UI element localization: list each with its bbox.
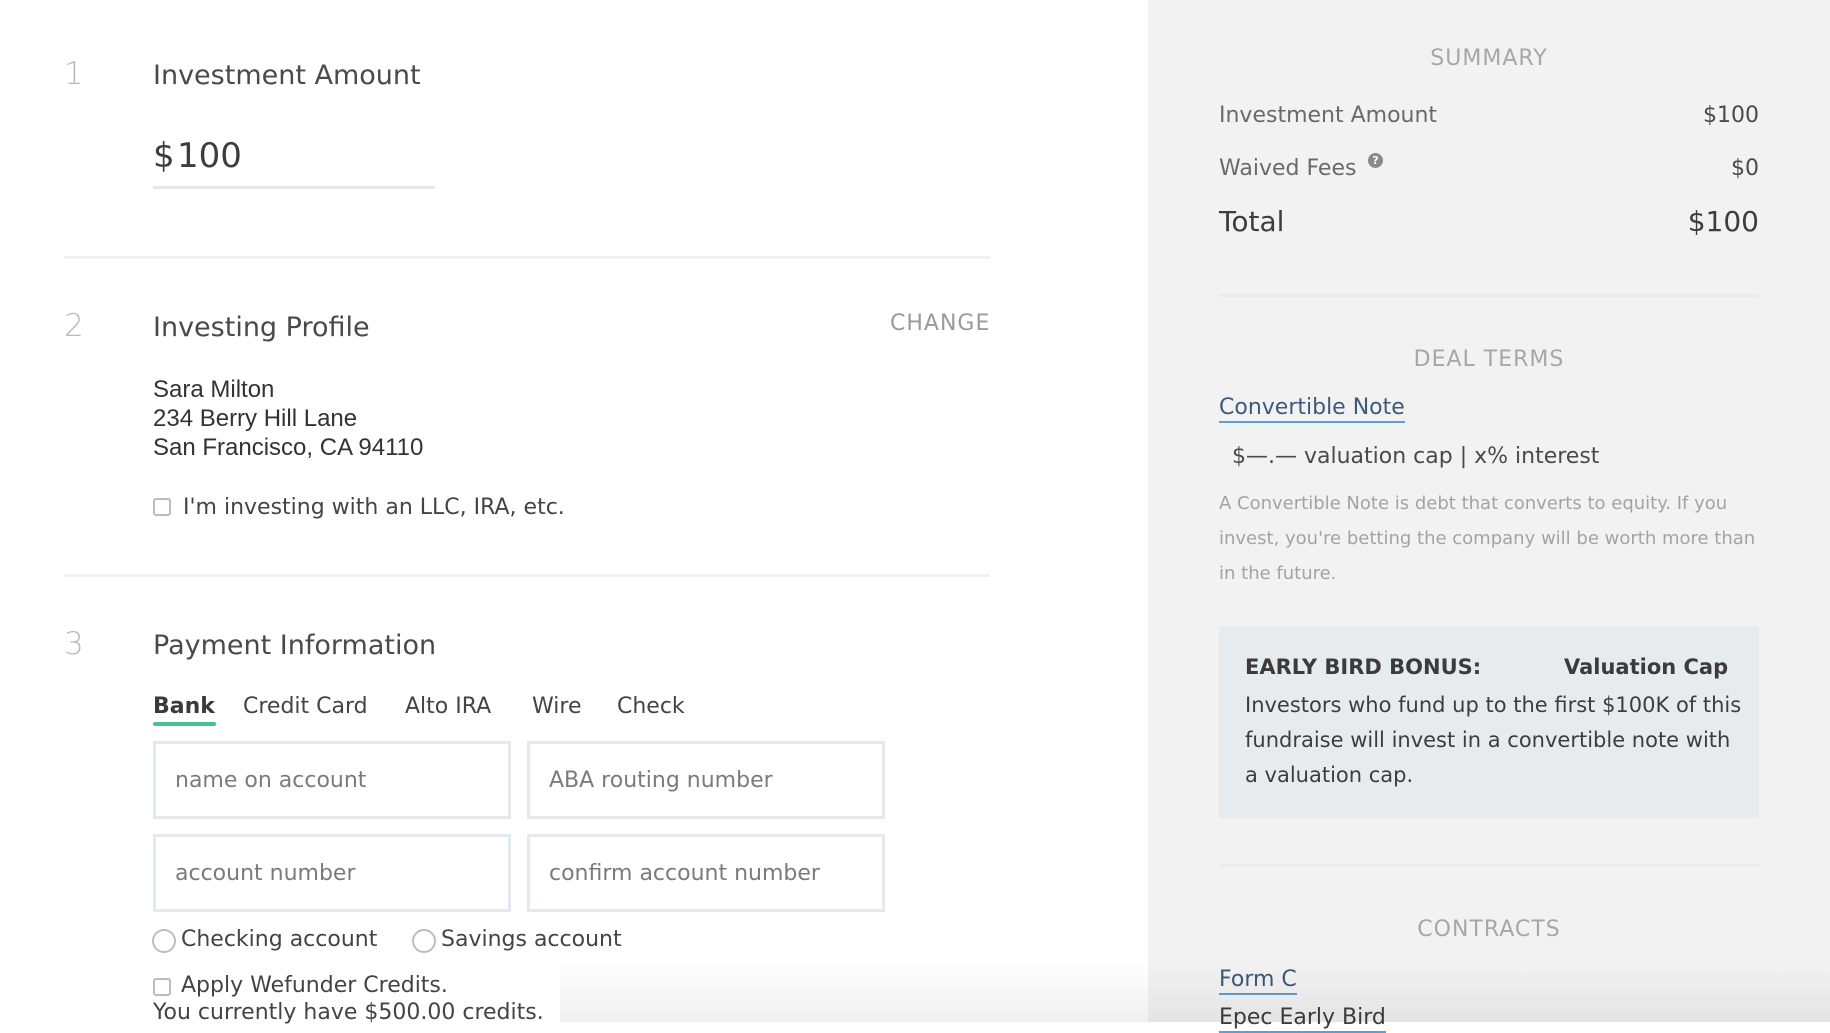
early-bird-bonus-box: EARLY BIRD BONUS: Valuation Cap Investor…: [1219, 626, 1759, 818]
active-tab-indicator: [153, 722, 216, 726]
savings-account-radio[interactable]: [412, 929, 436, 953]
section-divider: [64, 256, 990, 259]
tab-bank[interactable]: Bank: [153, 694, 215, 719]
summary-investment-amount-label: Investment Amount: [1219, 103, 1438, 128]
investment-form: 1 Investment Amount $ 2 Investing Profil…: [0, 0, 1148, 1025]
investment-amount-input[interactable]: [177, 136, 417, 176]
step-number: 3: [64, 626, 84, 662]
step-number: 2: [64, 308, 84, 344]
summary-waived-fees-label: Waived Fees: [1219, 156, 1357, 181]
aba-routing-input[interactable]: [530, 744, 882, 816]
change-profile-link[interactable]: CHANGE: [890, 311, 990, 336]
summary-investment-amount-value: $100: [1703, 103, 1759, 128]
form-c-link[interactable]: Form C: [1219, 967, 1297, 995]
aba-routing-field[interactable]: [527, 741, 885, 819]
checking-account-radio[interactable]: [152, 929, 176, 953]
deal-terms-divider: [1219, 864, 1759, 867]
confirm-account-number-input[interactable]: [530, 837, 882, 909]
early-bird-bonus-body: Investors who fund up to the first $100K…: [1245, 693, 1742, 787]
checking-account-label[interactable]: Checking account: [181, 927, 377, 952]
summary-panel: SUMMARY Investment Amount $100 Waived Fe…: [1148, 0, 1830, 1033]
tab-alto-ira[interactable]: Alto IRA: [405, 694, 491, 719]
deal-terms-heading: DEAL TERMS: [1413, 347, 1565, 372]
profile-name: Sara Milton: [153, 376, 275, 403]
account-number-input[interactable]: [156, 837, 508, 909]
step-title-investing-profile: Investing Profile: [153, 312, 370, 343]
contracts-heading: CONTRACTS: [1417, 917, 1561, 942]
convertible-note-description: A Convertible Note is debt that converts…: [1219, 493, 1756, 584]
tab-wire[interactable]: Wire: [532, 694, 581, 719]
summary-total-label: Total: [1219, 205, 1285, 238]
step-number: 1: [64, 56, 84, 92]
profile-address-line2: San Francisco, CA 94110: [153, 434, 424, 461]
summary-heading: SUMMARY: [1430, 46, 1548, 71]
name-on-account-input[interactable]: [156, 744, 508, 816]
apply-credits-checkbox[interactable]: [153, 978, 171, 996]
section-divider: [64, 574, 990, 577]
tab-credit-card[interactable]: Credit Card: [243, 694, 368, 719]
confirm-account-number-field[interactable]: [527, 834, 885, 912]
credits-balance-note: You currently have $500.00 credits.: [153, 1000, 544, 1025]
savings-account-label[interactable]: Savings account: [441, 927, 622, 952]
deal-terms-line: $—.— valuation cap | x% interest: [1232, 444, 1600, 469]
summary-waived-fees-value: $0: [1731, 156, 1759, 181]
summary-divider: [1219, 294, 1759, 297]
early-bird-valuation-cap-label: Valuation Cap: [1564, 655, 1729, 679]
investment-amount-field[interactable]: $: [153, 128, 435, 189]
step-title-payment-information: Payment Information: [153, 630, 437, 661]
tab-check[interactable]: Check: [617, 694, 685, 719]
entity-checkbox-label[interactable]: I'm investing with an LLC, IRA, etc.: [183, 495, 565, 520]
help-icon[interactable]: ?: [1368, 153, 1383, 168]
currency-symbol: $: [153, 136, 175, 176]
early-bird-bonus-title: EARLY BIRD BONUS:: [1245, 655, 1482, 679]
summary-total-value: $100: [1687, 205, 1759, 238]
name-on-account-field[interactable]: [153, 741, 511, 819]
entity-checkbox[interactable]: [153, 498, 171, 516]
account-number-field[interactable]: [153, 834, 511, 912]
profile-address-line1: 234 Berry Hill Lane: [153, 405, 358, 432]
epec-early-bird-link[interactable]: Epec Early Bird: [1219, 1005, 1386, 1033]
step-title-investment-amount: Investment Amount: [153, 60, 421, 91]
apply-credits-label[interactable]: Apply Wefunder Credits.: [181, 973, 448, 998]
convertible-note-link[interactable]: Convertible Note: [1219, 395, 1405, 423]
